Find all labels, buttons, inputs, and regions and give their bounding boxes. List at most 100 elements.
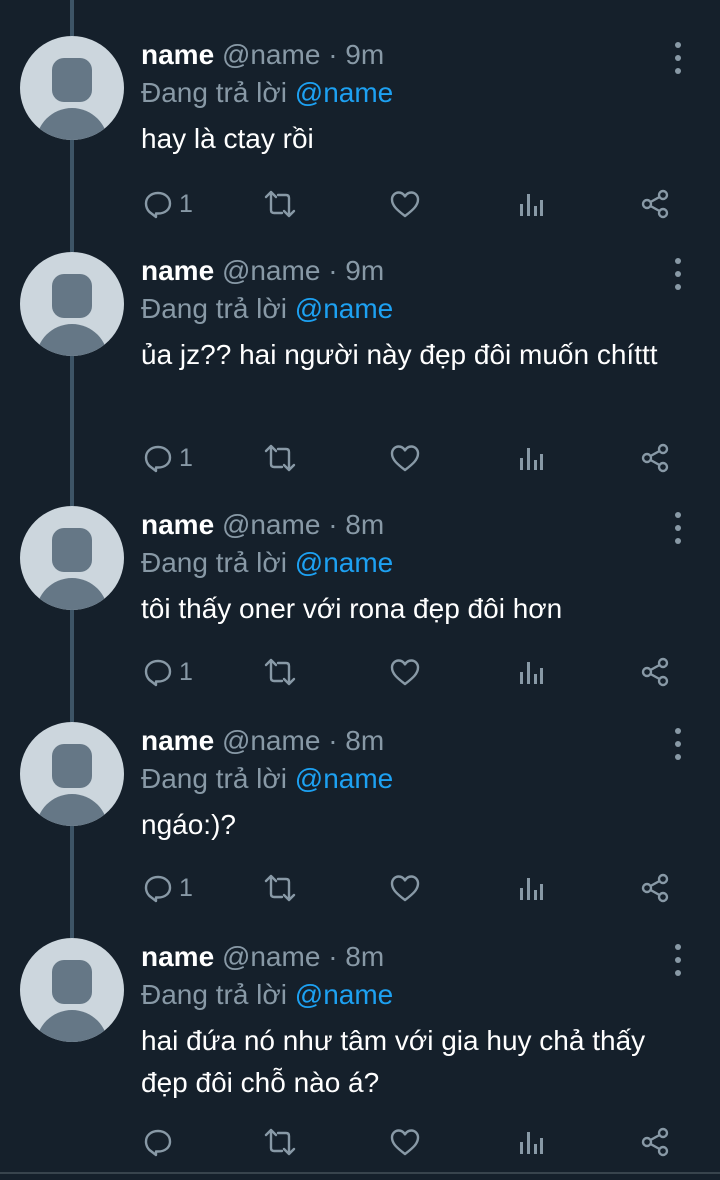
analytics-button[interactable]: [517, 652, 545, 692]
reply-mention-link[interactable]: @name: [295, 547, 393, 578]
handle[interactable]: @name: [222, 509, 320, 540]
retweet-button[interactable]: [262, 438, 298, 478]
display-name[interactable]: name: [141, 39, 214, 70]
timestamp[interactable]: 9m: [345, 39, 384, 70]
replying-to: Đang trả lời @name: [141, 976, 661, 1014]
retweet-button[interactable]: [262, 652, 298, 692]
retweet-button[interactable]: [262, 184, 298, 224]
tweet-text: hai đứa nó như tâm với gia huy chả thấy …: [141, 1025, 646, 1098]
tweet-header: name @name · 8m: [141, 938, 661, 976]
reply-icon: [144, 191, 172, 219]
share-button[interactable]: [639, 652, 671, 692]
analytics-button[interactable]: [517, 1122, 545, 1162]
reply-mention-link[interactable]: @name: [295, 979, 393, 1010]
replying-to-label: Đang trả lời: [141, 77, 287, 108]
analytics-icon: [520, 1132, 543, 1154]
reply-button[interactable]: [143, 1122, 179, 1162]
tweet-header: name @name · 9m: [141, 36, 661, 74]
reply-count: 1: [179, 443, 193, 472]
tweet-text: tôi thấy oner với rona đẹp đôi hơn: [141, 593, 563, 624]
replying-to: Đang trả lời @name: [141, 74, 661, 112]
replying-to-label: Đang trả lời: [141, 979, 287, 1010]
retweet-button[interactable]: [262, 1122, 298, 1162]
more-icon[interactable]: [670, 258, 686, 290]
share-icon: [641, 657, 669, 687]
like-icon: [390, 191, 420, 218]
reply-button[interactable]: 1: [143, 868, 193, 908]
reply-icon: [144, 875, 172, 903]
thread-line-top: [70, 0, 74, 36]
reply-count: 1: [179, 657, 193, 686]
like-button[interactable]: [389, 868, 421, 908]
share-icon: [641, 189, 669, 219]
divider: [0, 1172, 720, 1174]
reply-button[interactable]: 1: [143, 652, 193, 692]
action-bar: 1: [141, 438, 701, 478]
separator: ·: [328, 725, 338, 756]
replying-to: Đang trả lời @name: [141, 760, 661, 798]
retweet-icon: [264, 190, 296, 218]
display-name[interactable]: name: [141, 255, 214, 286]
reply-count: 1: [179, 873, 193, 902]
reply-button[interactable]: 1: [143, 184, 193, 224]
separator: ·: [328, 255, 338, 286]
separator: ·: [328, 509, 338, 540]
share-button[interactable]: [639, 438, 671, 478]
reply-button[interactable]: 1: [143, 438, 193, 478]
like-button[interactable]: [389, 652, 421, 692]
like-button[interactable]: [389, 438, 421, 478]
handle[interactable]: @name: [222, 39, 320, 70]
replying-to-label: Đang trả lời: [141, 547, 287, 578]
reply-icon: [144, 659, 172, 687]
handle[interactable]: @name: [222, 941, 320, 972]
reply-mention-link[interactable]: @name: [295, 77, 393, 108]
avatar[interactable]: [20, 36, 124, 140]
replying-to-label: Đang trả lời: [141, 763, 287, 794]
like-button[interactable]: [389, 1122, 421, 1162]
analytics-icon: [520, 662, 543, 684]
like-button[interactable]: [389, 184, 421, 224]
display-name[interactable]: name: [141, 509, 214, 540]
share-button[interactable]: [639, 184, 671, 224]
replying-to: Đang trả lời @name: [141, 290, 661, 328]
analytics-button[interactable]: [517, 184, 545, 224]
timestamp[interactable]: 8m: [345, 509, 384, 540]
timestamp[interactable]: 8m: [345, 941, 384, 972]
share-button[interactable]: [639, 868, 671, 908]
tweet-text: ngáo:)?: [141, 809, 236, 840]
action-bar: [141, 1122, 701, 1162]
avatar[interactable]: [20, 722, 124, 826]
reply-mention-link[interactable]: @name: [295, 293, 393, 324]
more-icon[interactable]: [670, 944, 686, 976]
analytics-button[interactable]: [517, 868, 545, 908]
retweet-icon: [264, 1128, 296, 1156]
replying-to-label: Đang trả lời: [141, 293, 287, 324]
analytics-button[interactable]: [517, 438, 545, 478]
more-icon[interactable]: [670, 512, 686, 544]
more-icon[interactable]: [670, 728, 686, 760]
tweet-text: ủa jz?? hai người này đẹp đôi muốn chítt…: [141, 339, 658, 370]
avatar[interactable]: [20, 506, 124, 610]
timestamp[interactable]: 8m: [345, 725, 384, 756]
timestamp[interactable]: 9m: [345, 255, 384, 286]
reply-thread: name @name · 9m Đang trả lời @name hay l…: [0, 0, 720, 1180]
more-icon[interactable]: [670, 42, 686, 74]
avatar[interactable]: [20, 938, 124, 1042]
reply-mention-link[interactable]: @name: [295, 763, 393, 794]
retweet-icon: [264, 874, 296, 902]
handle[interactable]: @name: [222, 255, 320, 286]
tweet-text: hay là ctay rồi: [141, 123, 314, 154]
avatar[interactable]: [20, 252, 124, 356]
separator: ·: [328, 941, 338, 972]
display-name[interactable]: name: [141, 725, 214, 756]
tweet-header: name @name · 9m: [141, 252, 661, 290]
like-icon: [390, 1129, 420, 1156]
retweet-icon: [264, 658, 296, 686]
share-icon: [641, 443, 669, 473]
handle[interactable]: @name: [222, 725, 320, 756]
retweet-button[interactable]: [262, 868, 298, 908]
display-name[interactable]: name: [141, 941, 214, 972]
share-icon: [641, 1127, 669, 1157]
like-icon: [390, 445, 420, 472]
share-button[interactable]: [639, 1122, 671, 1162]
